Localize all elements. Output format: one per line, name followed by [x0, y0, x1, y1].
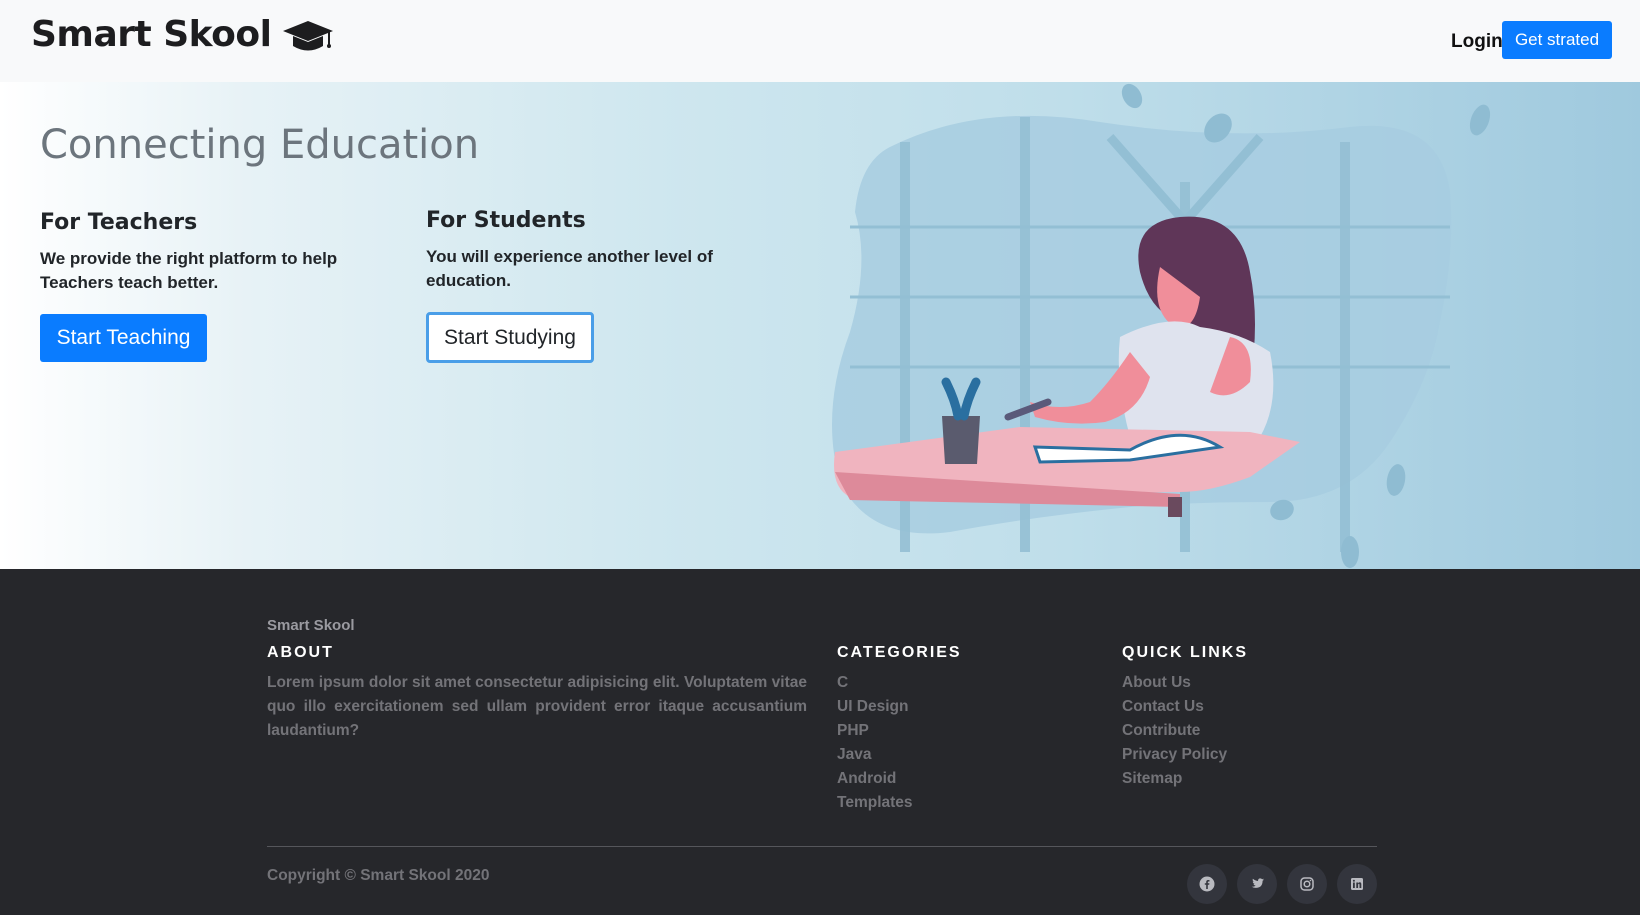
student-studying-illustration: [832, 83, 1491, 568]
students-title: For Students: [426, 208, 586, 233]
categories-heading: CATEGORIES: [837, 644, 962, 661]
twitter-icon: [1251, 878, 1264, 888]
social-links: [1187, 864, 1377, 904]
start-teaching-button[interactable]: Start Teaching: [40, 314, 207, 362]
quick-link[interactable]: Sitemap: [1122, 767, 1227, 791]
footer-brand: Smart Skool: [267, 617, 355, 634]
quick-link[interactable]: Contribute: [1122, 719, 1227, 743]
teachers-title: For Teachers: [40, 210, 198, 235]
quick-links-list: About Us Contact Us Contribute Privacy P…: [1122, 671, 1227, 791]
quick-links-heading: QUICK LINKS: [1122, 644, 1248, 661]
category-link[interactable]: Templates: [837, 791, 913, 815]
category-link[interactable]: C: [837, 671, 913, 695]
footer-divider: [267, 846, 1377, 847]
graduation-cap-icon: [283, 20, 334, 50]
hero-section: Connecting Education For Teachers We pro…: [0, 82, 1640, 569]
instagram-link[interactable]: [1287, 864, 1327, 904]
login-link[interactable]: Login: [1451, 31, 1503, 53]
start-studying-button[interactable]: Start Studying: [426, 312, 594, 363]
navbar: Smart Skool Login Get strated: [0, 0, 1640, 82]
linkedin-link[interactable]: [1337, 864, 1377, 904]
brand-name[interactable]: Smart Skool: [31, 14, 272, 55]
categories-list: C UI Design PHP Java Android Templates: [837, 671, 913, 815]
quick-link[interactable]: Privacy Policy: [1122, 743, 1227, 767]
quick-link[interactable]: Contact Us: [1122, 695, 1227, 719]
copyright-text: Copyright © Smart Skool 2020: [267, 867, 490, 884]
twitter-link[interactable]: [1237, 864, 1277, 904]
teachers-column: For Teachers We provide the right platfo…: [40, 210, 370, 362]
category-link[interactable]: UI Design: [837, 695, 913, 719]
instagram-icon: [1300, 877, 1314, 891]
hero-title: Connecting Education: [40, 122, 480, 168]
brand[interactable]: Smart Skool: [31, 14, 335, 55]
teachers-text: We provide the right platform to help Te…: [40, 249, 338, 292]
category-link[interactable]: Android: [837, 767, 913, 791]
facebook-icon: [1199, 876, 1215, 892]
linkedin-icon: [1351, 878, 1363, 890]
about-heading: ABOUT: [267, 644, 334, 661]
facebook-link[interactable]: [1187, 864, 1227, 904]
students-column: For Students You will experience another…: [426, 208, 756, 363]
footer: Smart Skool ABOUT Lorem ipsum dolor sit …: [0, 569, 1640, 915]
category-link[interactable]: PHP: [837, 719, 913, 743]
about-text: Lorem ipsum dolor sit amet consectetur a…: [267, 674, 807, 739]
students-text: You will experience another level of edu…: [426, 247, 713, 290]
get-started-button[interactable]: Get strated: [1502, 21, 1612, 59]
category-link[interactable]: Java: [837, 743, 913, 767]
quick-link[interactable]: About Us: [1122, 671, 1227, 695]
